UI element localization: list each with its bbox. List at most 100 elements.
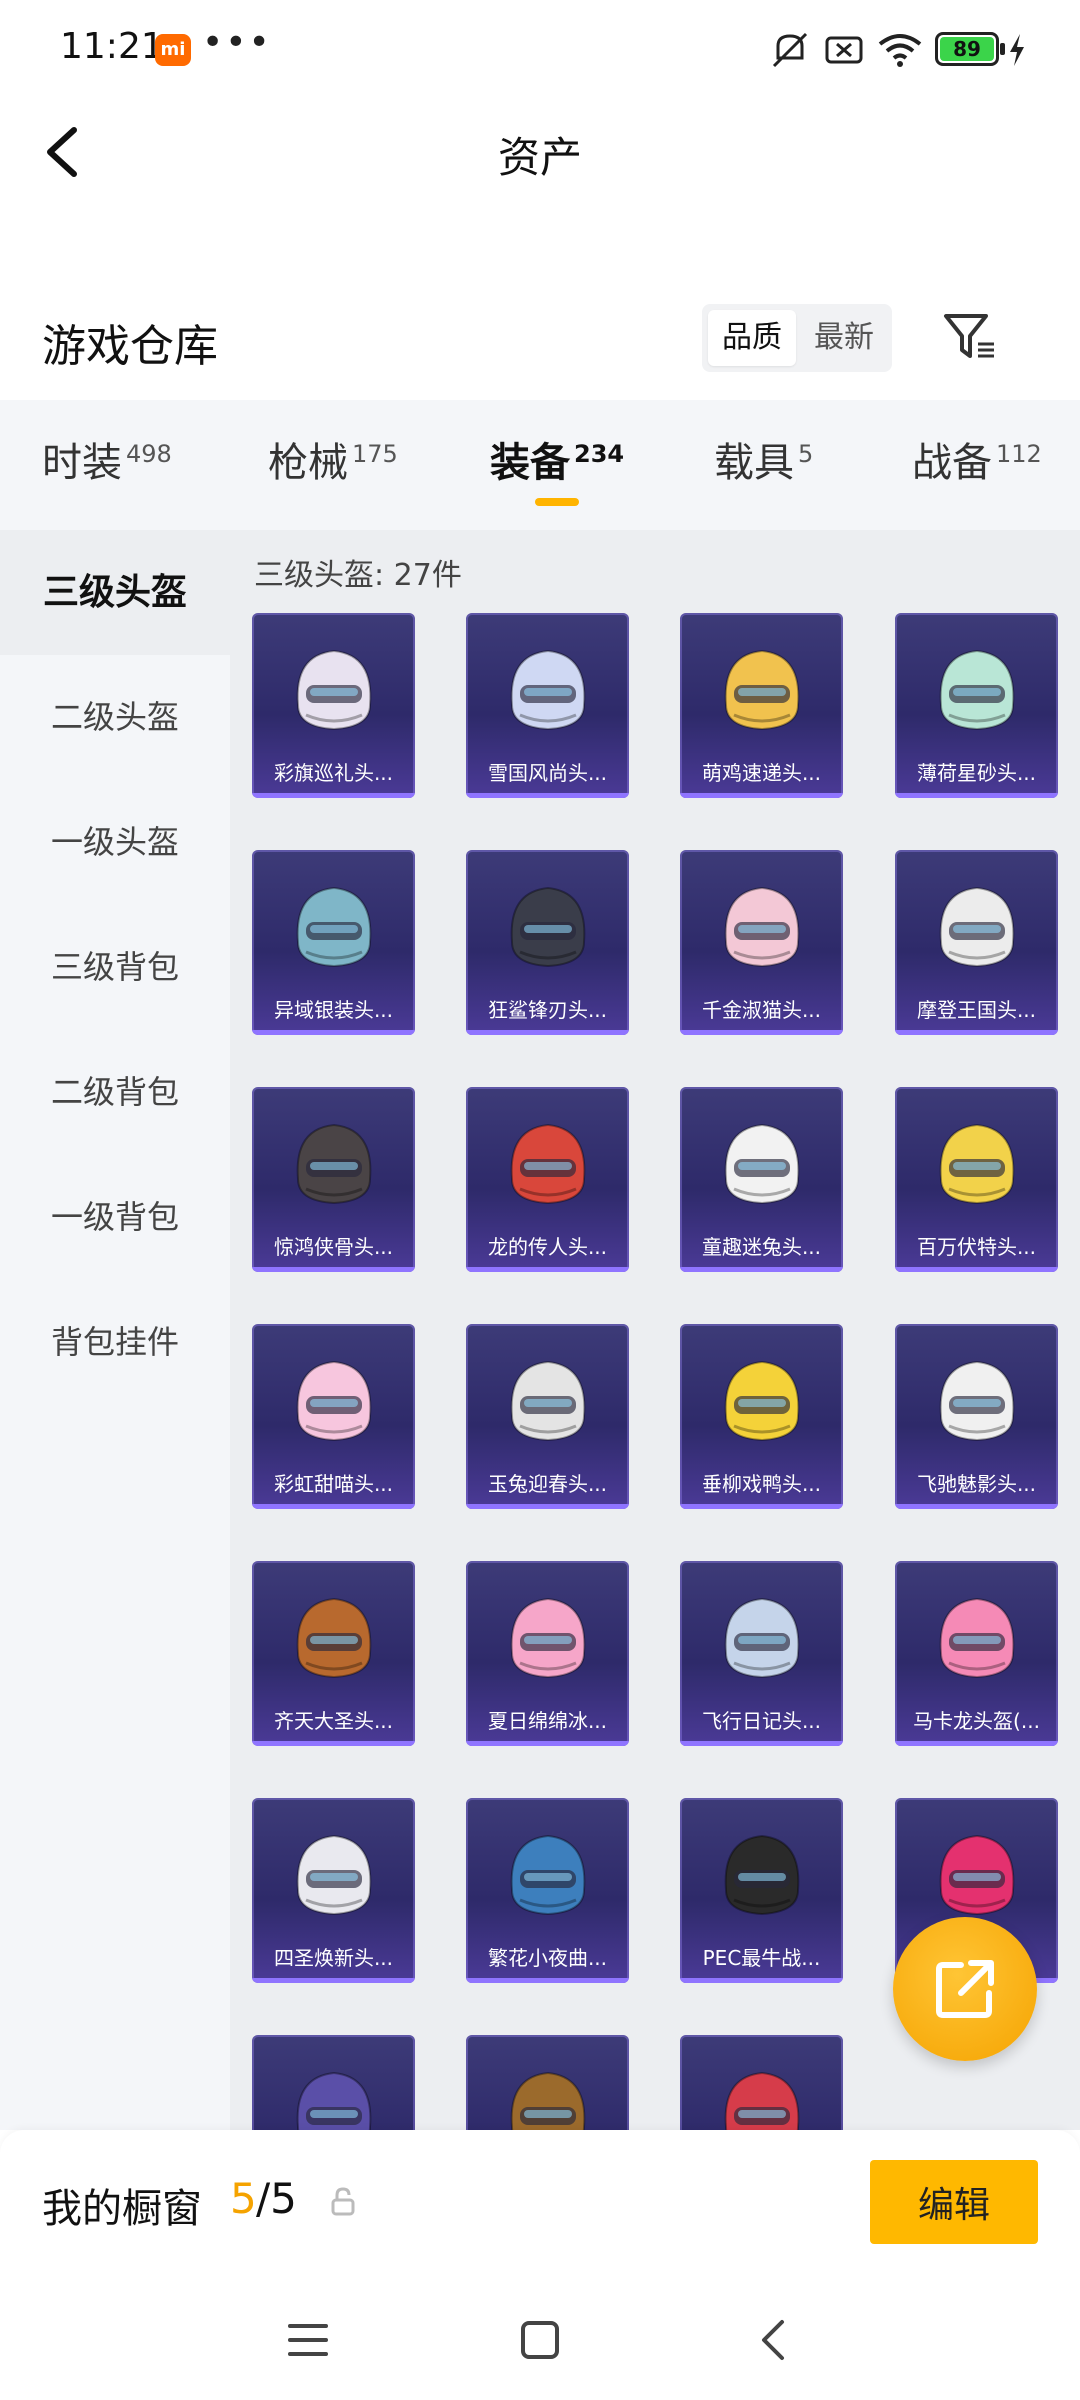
menu-icon[interactable]: [286, 2318, 330, 2362]
sidebar-item-level1-backpack[interactable]: 一级背包: [0, 1155, 230, 1280]
helmet-icon: [510, 1597, 586, 1679]
edit-button[interactable]: 编辑: [870, 2160, 1038, 2244]
sort-latest-button[interactable]: 最新: [800, 310, 888, 366]
item-card[interactable]: 惊鸿侠骨头...: [252, 1087, 415, 1272]
item-card[interactable]: [466, 2035, 629, 2130]
helmet-icon: [510, 1123, 586, 1205]
charging-icon: [1010, 34, 1024, 66]
item-card[interactable]: 摩登王国头...: [895, 850, 1058, 1035]
item-card[interactable]: 狂鲨锋刃头...: [466, 850, 629, 1035]
helmet-icon: [296, 886, 372, 968]
item-label: 雪国风尚头...: [487, 761, 608, 785]
item-label: 飞行日记头...: [701, 1709, 822, 1733]
sidebar-item-level3-backpack[interactable]: 三级背包: [0, 905, 230, 1030]
item-card[interactable]: 飞行日记头...: [680, 1561, 843, 1746]
item-card[interactable]: 垂柳戏鸭头...: [680, 1324, 843, 1509]
helmet-icon: [724, 886, 800, 968]
item-card[interactable]: PEC最牛战...: [680, 1798, 843, 1983]
carrier-badge: mi: [155, 34, 191, 66]
item-card[interactable]: 百万伏特头...: [895, 1087, 1058, 1272]
item-card[interactable]: 龙的传人头...: [466, 1087, 629, 1272]
helmet-icon: [939, 1597, 1015, 1679]
item-card[interactable]: 彩旗巡礼头...: [252, 613, 415, 798]
helmet-icon: [939, 1834, 1015, 1916]
tab-guns[interactable]: 枪械 175: [268, 430, 398, 500]
helmet-icon: [510, 2071, 586, 2130]
tab-label: 装备: [490, 440, 570, 486]
share-icon: [936, 1960, 994, 2018]
helmet-icon: [296, 1834, 372, 1916]
page: { "status_bar": { "time": "11:21", "carr…: [0, 0, 1080, 2400]
item-label: 四圣焕新头...: [273, 1946, 394, 1970]
helmet-icon: [939, 886, 1015, 968]
item-card[interactable]: [680, 2035, 843, 2130]
item-card[interactable]: 齐天大圣头...: [252, 1561, 415, 1746]
item-card[interactable]: 夏日绵绵冰...: [466, 1561, 629, 1746]
battery-level: 89: [940, 37, 994, 61]
item-label: 摩登王国头...: [916, 998, 1037, 1022]
item-card[interactable]: 玉兔迎春头...: [466, 1324, 629, 1509]
helmet-icon: [724, 2071, 800, 2130]
item-label: 马卡龙头盔(...: [913, 1709, 1040, 1733]
item-card[interactable]: [252, 2035, 415, 2130]
item-card[interactable]: 马卡龙头盔(...: [895, 1561, 1058, 1746]
filter-icon[interactable]: [940, 306, 1000, 366]
item-card[interactable]: 飞驰魅影头...: [895, 1324, 1058, 1509]
showcase-used-count: 5: [230, 2174, 257, 2223]
helmet-icon: [296, 649, 372, 731]
helmet-icon: [939, 1123, 1015, 1205]
item-label: 萌鸡速递头...: [701, 761, 822, 785]
tab-label: 时装: [42, 440, 122, 486]
sidebar-item-backpack-charm[interactable]: 背包挂件: [0, 1280, 230, 1405]
tab-fashion[interactable]: 时装 498: [42, 430, 172, 500]
helmet-icon: [510, 886, 586, 968]
item-label: 异域银装头...: [273, 998, 394, 1022]
item-label: 百万伏特头...: [916, 1235, 1037, 1259]
item-card[interactable]: 薄荷星砂头...: [895, 613, 1058, 798]
helmet-icon: [296, 1597, 372, 1679]
item-label: 彩虹甜喵头...: [273, 1472, 394, 1496]
battery-icon: 89: [935, 32, 1005, 66]
wifi-icon: [878, 34, 922, 67]
sort-quality-button[interactable]: 品质: [708, 310, 796, 366]
category-tabs: 时装 498 枪械 175 装备 234 载具 5 战备 112: [0, 400, 1080, 530]
tab-supplies[interactable]: 战备 112: [912, 430, 1042, 500]
item-card[interactable]: 彩虹甜喵头...: [252, 1324, 415, 1509]
showcase-total: /5: [256, 2174, 297, 2223]
item-card[interactable]: 千金淑猫头...: [680, 850, 843, 1035]
helmet-icon: [510, 1834, 586, 1916]
share-floating-button[interactable]: [893, 1917, 1037, 2061]
tab-equipment[interactable]: 装备 234: [490, 430, 625, 506]
item-card[interactable]: 繁花小夜曲...: [466, 1798, 629, 1983]
item-card[interactable]: 萌鸡速递头...: [680, 613, 843, 798]
helmet-icon: [939, 649, 1015, 731]
tab-count: 498: [126, 440, 172, 468]
helmet-icon: [296, 1123, 372, 1205]
item-card[interactable]: 四圣焕新头...: [252, 1798, 415, 1983]
warehouse-header: 游戏仓库 品质 最新: [0, 290, 1080, 390]
tab-vehicles[interactable]: 载具 5: [714, 430, 813, 500]
item-card[interactable]: 童趣迷兔头...: [680, 1087, 843, 1272]
status-bar: 11:21 mi ••• 89: [0, 0, 1080, 100]
item-label: 龙的传人头...: [487, 1235, 608, 1259]
item-label: 惊鸿侠骨头...: [273, 1235, 394, 1259]
sidebar-item-level2-helmet[interactable]: 二级头盔: [0, 655, 230, 780]
active-tab-indicator: [535, 498, 580, 506]
back-icon[interactable]: [752, 2318, 796, 2362]
helmet-icon: [296, 1360, 372, 1442]
sort-toggle: 品质 最新: [702, 304, 892, 372]
item-card[interactable]: 异域银装头...: [252, 850, 415, 1035]
item-card[interactable]: 雪国风尚头...: [466, 613, 629, 798]
status-more: •••: [202, 22, 272, 63]
helmet-icon: [724, 1834, 800, 1916]
helmet-icon: [724, 1597, 800, 1679]
tab-count: 234: [574, 440, 625, 468]
showcase-title: 我的橱窗: [42, 2186, 202, 2232]
sidebar-item-level2-backpack[interactable]: 二级背包: [0, 1030, 230, 1155]
sidebar-item-level1-helmet[interactable]: 一级头盔: [0, 780, 230, 905]
helmet-icon: [510, 649, 586, 731]
sidebar-item-level3-helmet[interactable]: 三级头盔: [0, 530, 230, 655]
home-icon[interactable]: [518, 2318, 562, 2362]
item-label: 飞驰魅影头...: [916, 1472, 1037, 1496]
item-label: 薄荷星砂头...: [916, 761, 1037, 785]
